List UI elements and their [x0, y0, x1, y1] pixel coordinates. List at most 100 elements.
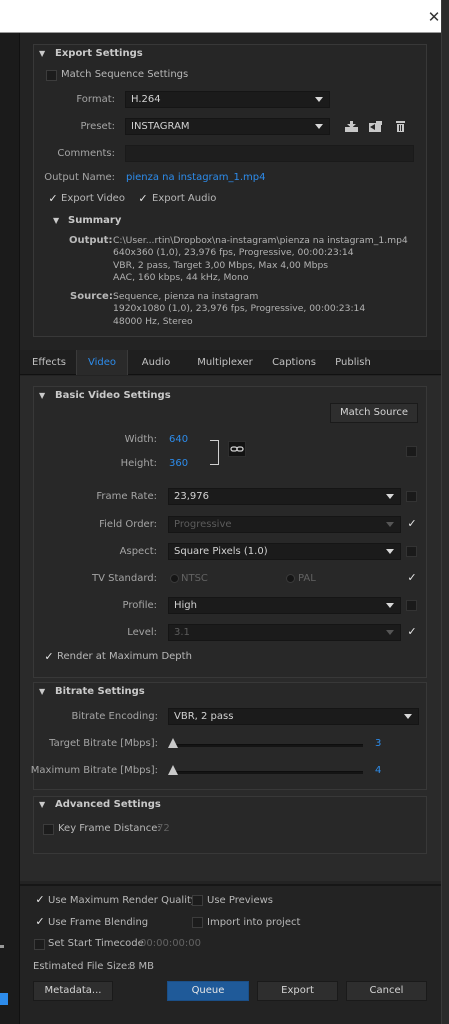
level-dropdown[interactable]: 3.1: [168, 624, 401, 641]
match-source-button[interactable]: Match Source: [330, 403, 418, 423]
metadata-button[interactable]: Metadata...: [33, 981, 113, 1001]
collapse-triangle-icon[interactable]: ▼: [39, 687, 45, 696]
export-button[interactable]: Export: [257, 981, 338, 1001]
summary-output-block: C:\User...rtin\Dropbox\na-instagram\pien…: [113, 235, 408, 285]
level-value: 3.1: [174, 627, 190, 638]
target-bitrate-slider[interactable]: [170, 744, 363, 747]
summary-triangle-icon[interactable]: ▼: [53, 216, 59, 225]
field-order-dropdown[interactable]: Progressive: [168, 516, 401, 533]
link-icon[interactable]: [228, 441, 246, 457]
use-previews-checkbox[interactable]: [192, 895, 203, 906]
save-preset-icon[interactable]: [344, 120, 360, 133]
target-bitrate-value[interactable]: 3: [375, 738, 381, 749]
queue-button[interactable]: Queue: [167, 981, 249, 1001]
level-label: Level:: [127, 627, 157, 638]
basic-video-title: Basic Video Settings: [55, 390, 171, 401]
max-bitrate-label: Maximum Bitrate [Mbps]:: [30, 765, 158, 776]
comments-label: Comments:: [57, 148, 115, 159]
tab-publish[interactable]: Publish: [324, 350, 382, 375]
set-start-timecode-label: Set Start Timecode: [48, 938, 144, 949]
target-bitrate-slider-handle[interactable]: [168, 738, 178, 748]
tab-captions[interactable]: Captions: [266, 350, 322, 375]
tab-multiplexer[interactable]: Multiplexer: [186, 350, 264, 375]
summary-source-line: 48000 Hz, Stereo: [113, 315, 193, 327]
summary-output-label: Output:: [69, 235, 113, 246]
use-max-render-label: Use Maximum Render Quality: [48, 895, 197, 906]
bitrate-encoding-dropdown[interactable]: VBR, 2 pass: [168, 708, 419, 725]
tab-audio[interactable]: Audio: [130, 350, 182, 375]
cancel-button[interactable]: Cancel: [346, 981, 427, 1001]
preset-dropdown[interactable]: INSTAGRAM: [125, 118, 330, 135]
use-max-render-checkbox[interactable]: ✓: [34, 894, 46, 906]
import-into-project-label: Import into project: [207, 917, 301, 928]
field-order-value: Progressive: [174, 519, 232, 530]
profile-dropdown[interactable]: High: [168, 597, 401, 614]
match-sequence-checkbox[interactable]: [46, 70, 57, 81]
width-value[interactable]: 640: [169, 434, 188, 445]
width-label: Width:: [124, 434, 157, 445]
profile-label: Profile:: [122, 600, 157, 611]
estimated-size-label: Estimated File Size:: [33, 961, 131, 972]
import-into-project-checkbox[interactable]: [192, 917, 203, 928]
comments-input[interactable]: [125, 145, 414, 162]
profile-value: High: [174, 600, 197, 611]
start-timecode-value[interactable]: 00:00:00:00: [140, 938, 201, 949]
bitrate-title: Bitrate Settings: [55, 686, 145, 697]
profile-override-checkbox[interactable]: [406, 600, 417, 611]
max-bitrate-slider-handle[interactable]: [168, 765, 178, 775]
height-label: Height:: [120, 458, 157, 469]
field-order-override-checkbox[interactable]: ✓: [406, 518, 418, 530]
summary-title: Summary: [68, 215, 122, 226]
left-edge-blue-icon: [0, 993, 8, 1005]
set-start-timecode-checkbox[interactable]: [34, 939, 45, 950]
export-video-checkbox[interactable]: ✓: [47, 193, 59, 205]
aspect-label: Aspect:: [119, 546, 157, 557]
summary-source-line: 1920x1080 (1,0), 23,976 fps, Progressive…: [113, 303, 366, 315]
max-bitrate-value[interactable]: 4: [375, 765, 381, 776]
frame-rate-dropdown[interactable]: 23,976: [168, 488, 401, 505]
key-frame-distance-value[interactable]: 72: [157, 823, 170, 834]
tab-effects[interactable]: Effects: [24, 350, 74, 375]
collapse-triangle-icon[interactable]: ▼: [39, 49, 45, 58]
collapse-triangle-icon[interactable]: ▼: [39, 391, 45, 400]
frame-rate-value: 23,976: [174, 491, 209, 502]
export-settings-title: Export Settings: [55, 48, 143, 59]
aspect-dropdown[interactable]: Square Pixels (1.0): [168, 543, 401, 560]
use-frame-blending-checkbox[interactable]: ✓: [34, 916, 46, 928]
dimension-override-checkbox[interactable]: [406, 446, 417, 457]
format-value: H.264: [131, 94, 161, 105]
bitrate-encoding-label: Bitrate Encoding:: [71, 711, 158, 722]
summary-output-line: VBR, 2 pass, Target 3,00 Mbps, Max 4,00 …: [113, 259, 329, 271]
tv-standard-override-checkbox[interactable]: ✓: [406, 572, 418, 584]
collapse-triangle-icon[interactable]: ▼: [39, 800, 45, 809]
max-bitrate-slider[interactable]: [170, 771, 363, 774]
ntsc-radio[interactable]: [170, 574, 179, 583]
bottom-divider: [20, 884, 441, 886]
summary-output-line: C:\User...rtin\Dropbox\na-instagram\pien…: [113, 235, 408, 246]
output-name-link[interactable]: pienza na instagram_1.mp4: [126, 172, 266, 183]
window-titlebar: [0, 0, 441, 33]
tab-bar: Effects Video Audio Multiplexer Captions…: [20, 350, 441, 375]
height-value[interactable]: 360: [169, 458, 188, 469]
import-preset-icon[interactable]: [368, 120, 384, 133]
advanced-title: Advanced Settings: [55, 799, 161, 810]
summary-output-line: AAC, 160 kbps, 44 kHz, Mono: [113, 272, 249, 284]
pal-label: PAL: [298, 573, 316, 584]
level-override-checkbox[interactable]: ✓: [406, 626, 418, 638]
pal-radio[interactable]: [286, 574, 295, 583]
summary-source-block: Sequence, pienza na instagram 1920x1080 …: [113, 291, 365, 328]
aspect-override-checkbox[interactable]: [406, 546, 417, 557]
use-previews-label: Use Previews: [207, 895, 273, 906]
export-audio-label: Export Audio: [152, 193, 217, 204]
format-dropdown[interactable]: H.264: [125, 91, 330, 108]
chevron-down-icon: [315, 97, 323, 102]
frame-rate-override-checkbox[interactable]: [406, 491, 417, 502]
target-bitrate-label: Target Bitrate [Mbps]:: [49, 738, 158, 749]
use-frame-blending-label: Use Frame Blending: [48, 917, 149, 928]
export-audio-checkbox[interactable]: ✓: [137, 193, 149, 205]
delete-preset-icon[interactable]: [394, 120, 407, 133]
chevron-down-icon: [386, 630, 394, 635]
key-frame-distance-checkbox[interactable]: [43, 824, 54, 835]
tab-video[interactable]: Video: [76, 350, 128, 375]
render-max-depth-checkbox[interactable]: ✓: [43, 651, 55, 663]
